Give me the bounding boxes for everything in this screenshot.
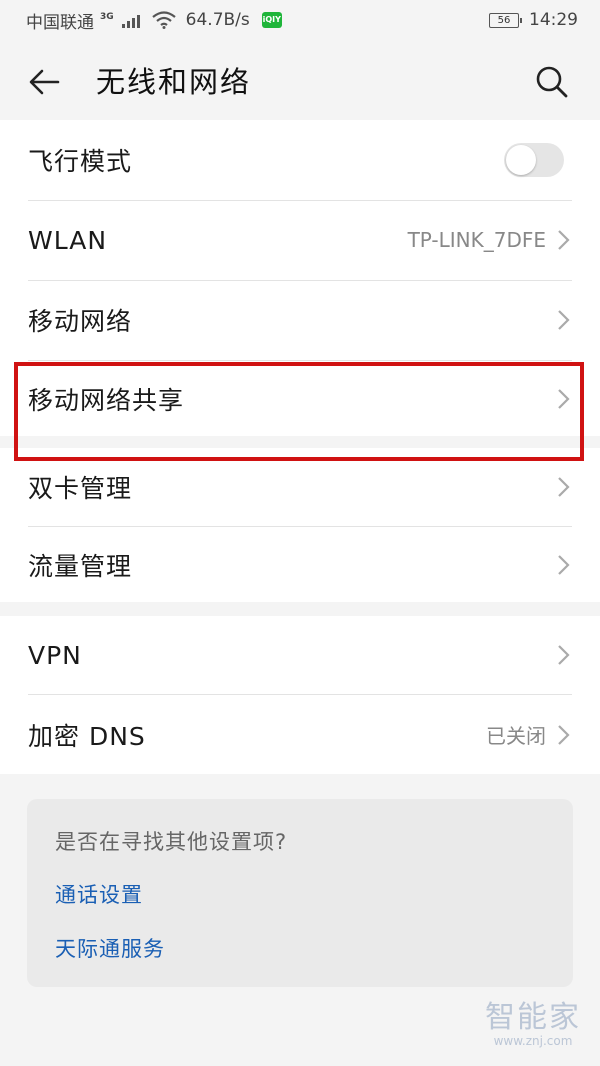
clock: 14:29 <box>529 10 578 30</box>
row-label: 双卡管理 <box>28 474 133 503</box>
row-mobile-network[interactable]: 移动网络 <box>0 281 600 359</box>
wifi-icon <box>151 11 176 29</box>
watermark-brand: 智能家 <box>485 1000 581 1035</box>
row-dual-sim[interactable]: 双卡管理 <box>0 448 600 526</box>
settings-group-3: VPN 加密 DNS 已关闭 <box>0 616 600 774</box>
row-label: 流量管理 <box>28 551 133 581</box>
settings-group-1: 飞行模式 WLAN TP-LINK_7DFE 移动网络 移动网络共享 <box>0 120 600 436</box>
link-call-settings[interactable]: 通话设置 <box>55 879 143 909</box>
dns-status: 已关闭 <box>486 724 546 748</box>
status-left: 中国联通 3G 64.7B/s iQIY <box>26 8 282 33</box>
page-title: 无线和网络 <box>96 65 252 99</box>
row-vpn[interactable]: VPN <box>0 616 600 694</box>
row-private-dns[interactable]: 加密 DNS 已关闭 <box>0 695 600 774</box>
chevron-right-icon <box>558 554 570 575</box>
network-speed: 64.7B/s <box>185 10 250 30</box>
status-right: 56 14:29 <box>489 10 578 30</box>
row-data-usage[interactable]: 流量管理 <box>0 527 600 602</box>
row-label: 移动网络 <box>28 307 133 336</box>
row-hotspot-tethering[interactable]: 移动网络共享 <box>0 361 600 436</box>
watermark-logo: 智能家 www.znj.com <box>478 1002 588 1052</box>
suggestion-card: 是否在寻找其他设置项? 通话设置 天际通服务 <box>27 799 573 987</box>
link-skytone-service[interactable]: 天际通服务 <box>55 933 165 963</box>
row-wlan[interactable]: WLAN TP-LINK_7DFE <box>0 201 600 279</box>
battery-icon: 56 <box>489 12 522 28</box>
row-label: VPN <box>28 640 82 670</box>
row-label: 飞行模式 <box>28 147 133 176</box>
status-bar: 中国联通 3G 64.7B/s iQIY 56 14:29 <box>0 0 600 40</box>
row-label: 移动网络共享 <box>28 385 185 415</box>
row-label: 加密 DNS <box>28 721 146 751</box>
wlan-ssid: TP-LINK_7DFE <box>407 228 546 252</box>
battery-level: 56 <box>497 14 511 26</box>
chevron-right-icon <box>558 388 570 409</box>
network-type: 3G <box>100 11 114 22</box>
arrow-left-icon[interactable] <box>24 62 64 102</box>
suggestion-question: 是否在寻找其他设置项? <box>55 830 288 854</box>
row-airplane-mode[interactable]: 飞行模式 <box>0 120 600 200</box>
chevron-right-icon <box>558 477 570 497</box>
chevron-right-icon <box>558 230 570 250</box>
chevron-right-icon <box>558 645 570 665</box>
search-icon[interactable] <box>532 62 572 102</box>
iqiyi-app-icon: iQIY <box>261 12 282 28</box>
chevron-right-icon <box>558 724 570 745</box>
app-bar: 无线和网络 <box>0 40 600 120</box>
chevron-right-icon <box>558 310 570 330</box>
toggle-knob <box>506 145 536 175</box>
signal-icon <box>121 12 140 28</box>
row-label: WLAN <box>28 225 108 255</box>
airplane-mode-toggle[interactable] <box>504 143 564 177</box>
carrier-name: 中国联通 <box>26 12 94 33</box>
watermark-url: www.znj.com <box>493 1034 573 1048</box>
settings-group-2: 双卡管理 流量管理 <box>0 448 600 602</box>
